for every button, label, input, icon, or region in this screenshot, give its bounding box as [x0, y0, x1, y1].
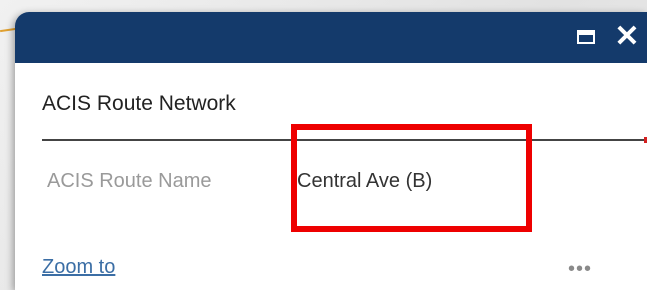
feature-popup: ✕ ACIS Route Network ACIS Route Name Cen… — [15, 12, 647, 290]
close-button[interactable]: ✕ — [612, 22, 642, 52]
popup-header: ✕ — [15, 12, 647, 63]
maximize-icon — [577, 30, 595, 44]
close-icon: ✕ — [614, 20, 640, 53]
field-value: Central Ave (B) — [297, 170, 433, 192]
field-label: ACIS Route Name — [47, 170, 212, 192]
zoom-to-link[interactable]: Zoom to — [42, 256, 115, 279]
title-divider — [42, 139, 647, 141]
more-options-button[interactable]: ••• — [568, 259, 592, 279]
maximize-button[interactable] — [571, 22, 601, 52]
popup-title: ACIS Route Network — [42, 92, 236, 115]
